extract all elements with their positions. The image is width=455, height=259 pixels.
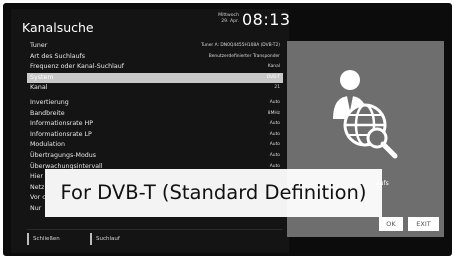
setting-value: Auto xyxy=(269,99,280,105)
date-display: Mittwoch 29. Apr. xyxy=(195,13,239,25)
caption-overlay: For DVB-T (Standard Definition) xyxy=(45,169,382,217)
setting-value: Kanal xyxy=(267,64,280,70)
setting-label: System xyxy=(30,73,54,81)
setting-label: Bandbreite xyxy=(30,109,65,117)
ok-button[interactable]: OK xyxy=(379,217,403,231)
setting-label: Netz xyxy=(30,183,45,191)
setting-value: Tuner A: DN0Q4455H108A (DVB-T2) xyxy=(201,43,280,48)
setting-row-modulation[interactable]: Modulation Auto xyxy=(27,140,283,151)
exit-button[interactable]: EXIT xyxy=(408,217,439,231)
clock: 08:13 xyxy=(242,10,291,29)
setting-label: Vor c xyxy=(30,194,46,202)
date-label: 29. Apr. xyxy=(221,19,239,24)
setting-label: Tuner xyxy=(30,42,48,49)
setting-label: Modulation xyxy=(30,141,65,149)
setting-value: DVB-T xyxy=(266,74,280,80)
close-button[interactable]: Schließen xyxy=(27,233,60,245)
scan-button[interactable]: Suchlauf xyxy=(90,233,120,245)
setting-row-bandwidth[interactable]: Bandbreite 8MHz xyxy=(27,109,283,120)
setting-value: Auto xyxy=(269,121,280,127)
setting-value: Benutzerdefinierter Transponder xyxy=(208,53,280,59)
setting-row-channel[interactable]: Kanal 21 xyxy=(27,83,283,94)
setting-label: Invertierung xyxy=(30,98,69,106)
setting-row-code-rate-hp[interactable]: Informationsrate HP Auto xyxy=(27,119,283,130)
setting-row-tuner[interactable]: Tuner Tuner A: DN0Q4455H108A (DVB-T2) xyxy=(27,41,283,52)
setting-row-frequency-or-channel[interactable]: Frequenz oder Kanal-Suchlauf Kanal xyxy=(27,62,283,73)
setting-label: Hier xyxy=(30,173,43,181)
setting-label: Art des Suchlaufs xyxy=(30,52,86,60)
setting-label: Übertragungs-Modus xyxy=(30,151,97,159)
setting-value: Auto xyxy=(269,152,280,158)
setting-row-scan-type[interactable]: Art des Suchlaufs Benutzerdefinierter Tr… xyxy=(27,52,283,63)
setting-value: Auto xyxy=(269,131,280,137)
setting-label: Kanal xyxy=(30,84,48,92)
setting-value: Auto xyxy=(269,142,280,148)
setting-label: Informationsrate HP xyxy=(30,120,94,128)
setting-row-transmission-mode[interactable]: Übertragungs-Modus Auto xyxy=(27,151,283,162)
setting-label: Nur xyxy=(30,204,42,212)
setting-row-system[interactable]: System DVB-T xyxy=(27,72,283,84)
user-globe-search-icon xyxy=(325,63,405,173)
setting-label: Informationsrate LP xyxy=(30,130,92,138)
menu-footer: Schließen Suchlauf xyxy=(27,229,283,246)
setting-label: Frequenz oder Kanal-Suchlauf xyxy=(30,63,124,71)
setting-value: 21 xyxy=(274,85,280,91)
setting-row-code-rate-lp[interactable]: Informationsrate LP Auto xyxy=(27,130,283,141)
setting-row-inversion[interactable]: Invertierung Auto xyxy=(27,98,283,109)
page-title: Kanalsuche xyxy=(22,20,94,35)
setting-value: 8MHz xyxy=(267,110,280,116)
